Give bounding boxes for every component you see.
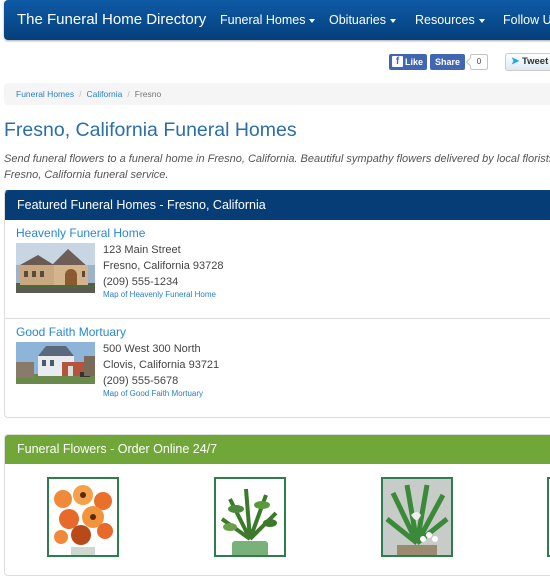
facebook-icon: f	[392, 56, 403, 67]
intro-text: Send funeral flowers to a funeral home i…	[4, 153, 550, 181]
nav-resources[interactable]: Resources	[415, 13, 485, 27]
listing-address: 123 Main Street Fresno, California 93728…	[103, 242, 223, 290]
breadcrumb-separator: /	[79, 89, 82, 99]
orange-bouquet-image	[49, 479, 117, 555]
featured-funeral-homes-panel: Featured Funeral Homes - Fresno, Califor…	[4, 190, 550, 418]
flowers-heading: Funeral Flowers - Order Online 24/7	[5, 435, 550, 464]
breadcrumb-funeral-homes[interactable]: Funeral Homes	[16, 89, 74, 99]
map-link[interactable]: Map of Good Faith Mortuary	[103, 389, 203, 398]
flower-product-thumbnail[interactable]	[47, 477, 119, 557]
twitter-bird-icon: ➤	[511, 56, 520, 67]
funeral-home-photo[interactable]	[16, 342, 95, 384]
top-navbar: The Funeral Home Directory Funeral Homes…	[4, 0, 550, 40]
fern-basket-image	[383, 479, 451, 555]
listing-item: Heavenly Funeral Home 123 Main Street Fr…	[5, 220, 550, 318]
green-plant-image	[216, 479, 284, 555]
page-title: Fresno, California Funeral Homes	[4, 119, 297, 141]
nav-label: Resources	[415, 13, 475, 27]
breadcrumb-fresno: Fresno	[134, 89, 162, 99]
breadcrumb: Funeral Homes / California / Fresno	[4, 83, 550, 105]
breadcrumb-california[interactable]: California	[86, 89, 122, 99]
like-label: Like	[405, 57, 424, 67]
listing-street: 500 West 300 North	[103, 343, 201, 355]
caret-down-icon	[389, 18, 396, 23]
listing-name-link[interactable]: Heavenly Funeral Home	[16, 226, 145, 240]
nav-label: Follow Us	[503, 13, 550, 27]
facebook-share-button[interactable]: Share	[430, 54, 465, 70]
flower-product-thumbnail[interactable]	[214, 477, 286, 557]
flower-product-thumbnail[interactable]	[381, 477, 453, 557]
listing-city: Fresno, California 93728	[103, 260, 224, 272]
featured-heading: Featured Funeral Homes - Fresno, Califor…	[5, 191, 550, 220]
nav-label: Obituaries	[329, 13, 386, 27]
map-link[interactable]: Map of Heavenly Funeral Home	[103, 290, 216, 299]
nav-label: Funeral Homes	[220, 13, 306, 27]
nav-funeral-homes[interactable]: Funeral Homes	[220, 13, 316, 27]
tweet-button[interactable]: ➤ Tweet	[505, 53, 550, 71]
listing-name-link[interactable]: Good Faith Mortuary	[16, 325, 126, 339]
breadcrumb-separator: /	[127, 89, 130, 99]
caret-down-icon	[309, 18, 316, 23]
listing-phone: (209) 555-5678	[103, 375, 179, 387]
facebook-like-button[interactable]: f Like	[389, 54, 427, 70]
listing-item: Good Faith Mortuary 500 West 300 North C…	[5, 318, 550, 417]
caret-down-icon	[478, 18, 485, 23]
brand-logo-text[interactable]: The Funeral Home Directory	[17, 11, 206, 28]
funeral-home-photo[interactable]	[16, 243, 95, 293]
listing-address: 500 West 300 North Clovis, California 93…	[103, 341, 219, 389]
tweet-label: Tweet	[522, 56, 549, 67]
listing-city: Clovis, California 93721	[103, 359, 220, 371]
listing-street: 123 Main Street	[103, 244, 181, 256]
listing-phone: (209) 555-1234	[103, 276, 179, 288]
nav-obituaries[interactable]: Obituaries	[329, 13, 396, 27]
share-count: 0	[470, 54, 488, 70]
nav-follow-us[interactable]: Follow Us	[503, 13, 550, 27]
